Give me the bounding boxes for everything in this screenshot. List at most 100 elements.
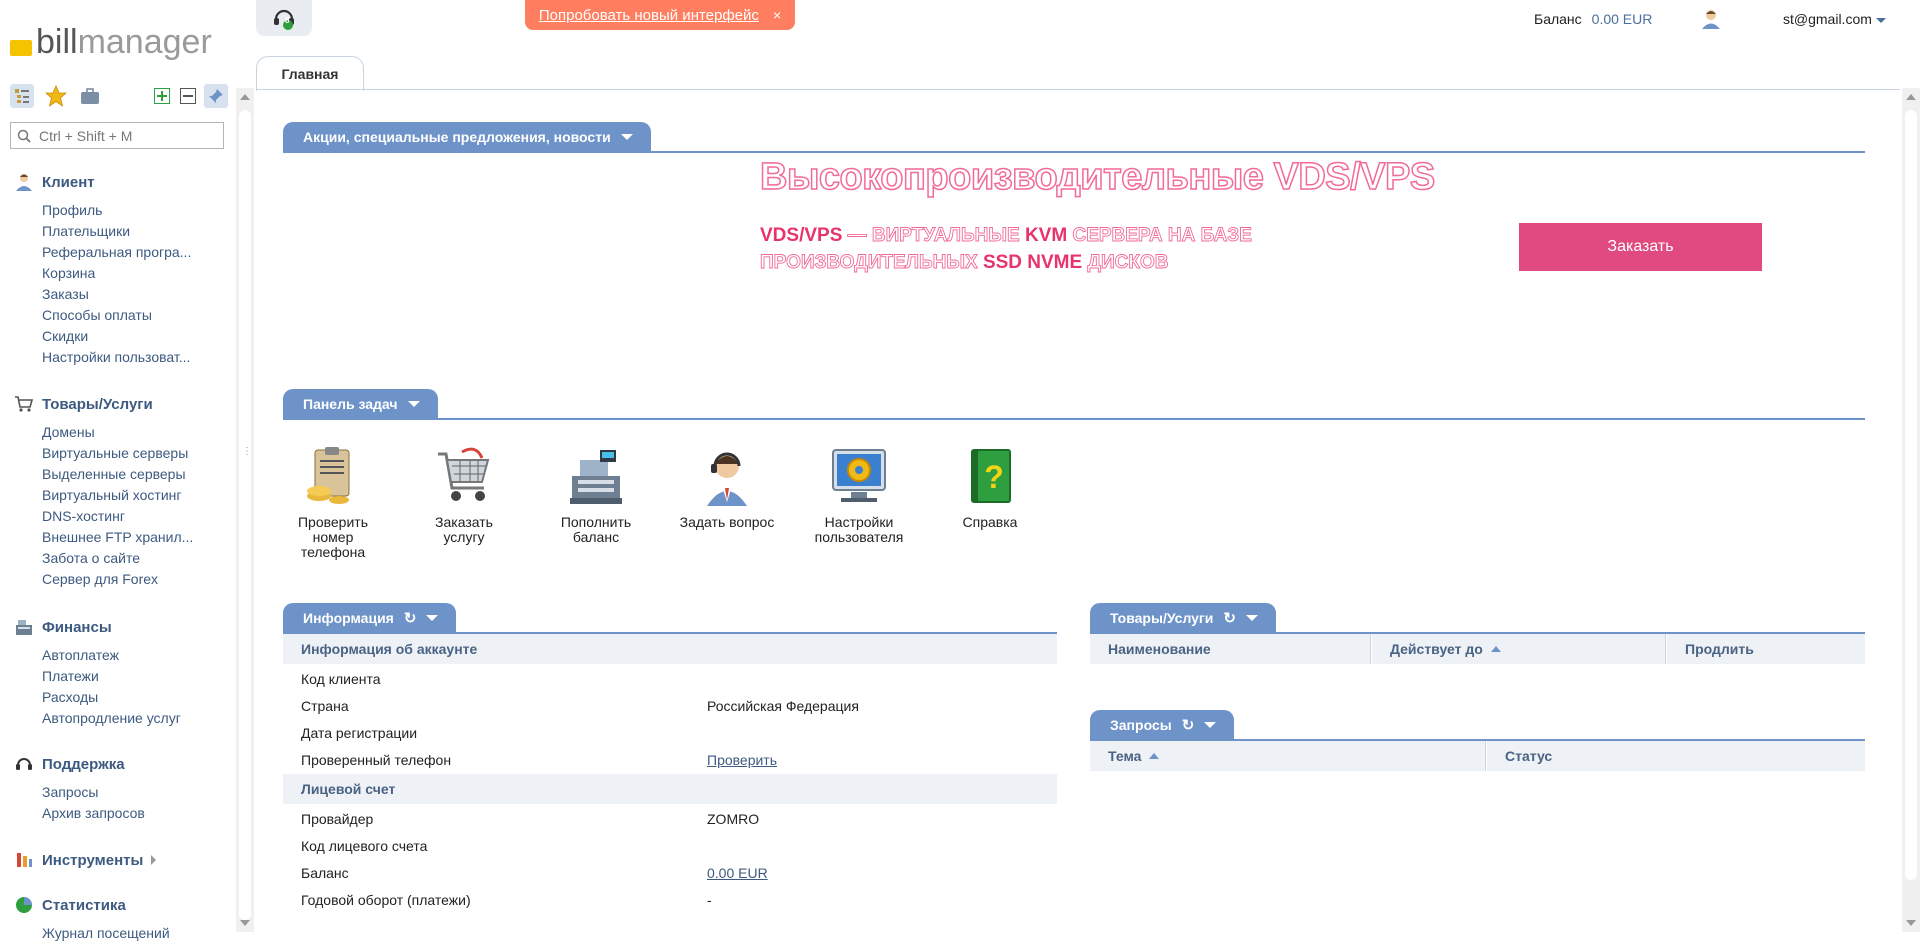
sidebar-item-domains[interactable]: Домены <box>42 422 202 443</box>
sidebar-scrollbar[interactable] <box>236 88 254 932</box>
sidebar-item-discounts[interactable]: Скидки <box>42 326 202 347</box>
sidebar-group-finance: Финансы Автоплатеж Платежи Расходы Автоп… <box>14 617 202 729</box>
search-input[interactable] <box>37 126 221 145</box>
column-header-name[interactable]: Наименование <box>1090 634 1371 664</box>
support-badge: 8 <box>285 16 290 25</box>
refresh-icon[interactable]: ↻ <box>1182 716 1195 734</box>
headset-icon <box>274 9 294 30</box>
sidebar-group-header[interactable]: Клиент <box>14 172 202 192</box>
chevron-down-icon[interactable] <box>1876 18 1886 23</box>
sidebar-group-support: Поддержка Запросы Архив запросов <box>14 754 202 824</box>
sidebar-group-header[interactable]: Инструменты <box>14 850 157 870</box>
column-header-renew[interactable]: Продлить <box>1667 634 1865 664</box>
sidebar-item-payers[interactable]: Плательщики <box>42 221 202 242</box>
sidebar-item-profile[interactable]: Профиль <box>42 200 202 221</box>
cart-icon <box>15 396 34 412</box>
sidebar-item-payment-methods[interactable]: Способы оплаты <box>42 305 202 326</box>
support-button[interactable]: 8 <box>256 0 312 36</box>
tasks-section-line <box>283 418 1865 420</box>
task-verify-phone[interactable]: Проверить номер телефона <box>278 446 388 560</box>
task-user-settings[interactable]: Настройки пользователя <box>804 446 914 545</box>
user-avatar-icon[interactable] <box>1700 8 1722 33</box>
try-new-ui-link[interactable]: Попробовать новый интерфейс <box>539 7 759 24</box>
sidebar-item-referral[interactable]: Реферальная програ... <box>42 242 202 263</box>
logo-manager: manager <box>77 22 212 61</box>
splitter-handle-icon[interactable]: ⋮ <box>242 446 252 457</box>
headset-icon <box>16 758 32 770</box>
sidebar-group-header[interactable]: Финансы <box>14 617 202 637</box>
order-button[interactable]: Заказать <box>1519 223 1762 271</box>
sidebar-item-dedicated[interactable]: Выделенные серверы <box>42 464 202 485</box>
menu-tree-icon[interactable] <box>10 84 34 108</box>
sidebar-item-autopay[interactable]: Автоплатеж <box>42 645 202 666</box>
tools-icon <box>17 853 32 867</box>
sidebar-group-header[interactable]: Товары/Услуги <box>14 394 202 414</box>
sidebar-item-payments[interactable]: Платежи <box>42 666 202 687</box>
chevron-right-icon <box>151 855 157 865</box>
sidebar-item-orders[interactable]: Заказы <box>42 284 202 305</box>
task-top-up-balance[interactable]: Пополнить баланс <box>541 446 651 545</box>
tab-divider <box>256 89 1900 90</box>
tab-home[interactable]: Главная <box>256 56 364 91</box>
sidebar-group-header[interactable]: Статистика <box>14 895 202 915</box>
main-scrollbar[interactable] <box>1902 88 1920 932</box>
shopping-cart-icon <box>438 447 490 501</box>
sidebar-item-requests[interactable]: Запросы <box>42 782 202 803</box>
sidebar-group-services: Товары/Услуги Домены Виртуальные серверы… <box>14 394 202 590</box>
task-ask-question[interactable]: Задать вопрос <box>672 446 782 530</box>
promo-subtitle: VDS/VPS — ВИРТУАЛЬНЫЕ KVM СЕРВЕРА НА БАЗ… <box>760 225 1253 274</box>
sidebar-item-site-care[interactable]: Забота о сайте <box>42 548 202 569</box>
table-row: Страна Российская Федерация <box>301 697 859 714</box>
support-agent-icon <box>707 452 747 506</box>
promo-section-tab[interactable]: Акции, специальные предложения, новости <box>283 122 651 152</box>
expand-all-icon[interactable] <box>150 84 174 108</box>
tasks-section-tab[interactable]: Панель задач <box>283 389 438 419</box>
table-row: Проверенный телефон Проверить <box>301 751 778 768</box>
balance-value[interactable]: 0.00 EUR <box>1592 11 1653 27</box>
account-info-header: Информация об аккаунте <box>283 634 1057 664</box>
balance-link[interactable]: 0.00 EUR <box>707 865 768 881</box>
help-book-icon: ? <box>971 449 1011 503</box>
sidebar-item-cart[interactable]: Корзина <box>42 263 202 284</box>
clipboard-coins-icon <box>307 447 350 504</box>
balance-label: Баланс <box>1534 11 1582 27</box>
sidebar-item-requests-archive[interactable]: Архив запросов <box>42 803 202 824</box>
sidebar-item-autorenew[interactable]: Автопродление услуг <box>42 708 202 729</box>
task-order-service[interactable]: Заказать услугу <box>409 446 519 545</box>
task-help[interactable]: ? Справка <box>935 446 1045 530</box>
sidebar-item-visits-log[interactable]: Журнал посещений <box>42 923 202 944</box>
column-header-status[interactable]: Статус <box>1487 741 1865 771</box>
sidebar-item-dns[interactable]: DNS-хостинг <box>42 506 202 527</box>
refresh-icon[interactable]: ↻ <box>404 609 417 627</box>
sidebar-toolbar <box>10 84 228 108</box>
table-row: Дата регистрации <box>301 724 418 741</box>
user-email[interactable]: st@gmail.com <box>1783 11 1872 27</box>
sidebar-item-vds[interactable]: Виртуальные серверы <box>42 443 202 464</box>
close-icon[interactable]: × <box>773 7 781 23</box>
ledger-header: Лицевой счет <box>283 774 1057 804</box>
sort-asc-icon <box>1149 753 1160 759</box>
info-section-tab[interactable]: Информация ↻ <box>283 603 457 633</box>
sidebar-item-hosting[interactable]: Виртуальный хостинг <box>42 485 202 506</box>
logo[interactable]: bill manager <box>10 20 212 64</box>
refresh-icon[interactable]: ↻ <box>1223 609 1236 627</box>
sidebar-search[interactable] <box>10 122 224 149</box>
column-header-subject[interactable]: Тема <box>1090 741 1486 771</box>
briefcase-icon[interactable] <box>78 84 102 108</box>
chevron-down-icon <box>426 615 439 621</box>
table-row: Код лицевого счета <box>301 837 428 854</box>
sidebar-item-ftp[interactable]: Внешнее FTP хранил... <box>42 527 202 548</box>
services-section-tab[interactable]: Товары/Услуги ↻ <box>1090 603 1276 633</box>
sidebar-item-forex[interactable]: Сервер для Forex <box>42 569 202 590</box>
chevron-down-icon <box>620 134 633 140</box>
sidebar-item-user-settings[interactable]: Настройки пользоват... <box>42 347 202 368</box>
promo-title: Высокопроизводительные VDS/VPS <box>759 155 1436 199</box>
star-icon[interactable] <box>44 84 68 108</box>
sidebar-item-expenses[interactable]: Расходы <box>42 687 202 708</box>
sidebar-group-header[interactable]: Поддержка <box>14 754 202 774</box>
column-header-valid-until[interactable]: Действует до <box>1372 634 1666 664</box>
verify-phone-link[interactable]: Проверить <box>707 752 777 768</box>
pin-icon[interactable] <box>204 84 228 108</box>
requests-section-tab[interactable]: Запросы ↻ <box>1090 710 1235 740</box>
collapse-all-icon[interactable] <box>176 84 200 108</box>
